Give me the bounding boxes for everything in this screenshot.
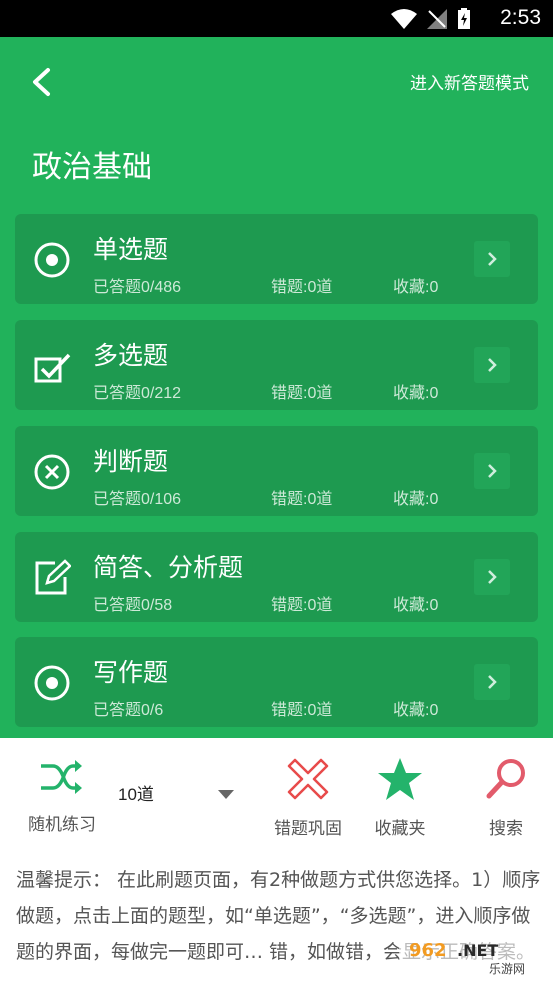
card-title: 单选题 (93, 235, 169, 264)
favorite-count: 收藏:0 (393, 702, 439, 719)
battery-charging-icon (458, 8, 470, 29)
chevron-right-icon (474, 559, 510, 595)
status-bar: 2:53 (0, 0, 553, 37)
question-count-value: 10道 (118, 785, 154, 804)
chevron-right-icon (474, 347, 510, 383)
answered-count: 已答题0/6 (93, 702, 164, 719)
back-arrow-icon[interactable] (28, 67, 58, 97)
card-title: 判断题 (93, 447, 169, 476)
favorite-count: 收藏:0 (393, 491, 439, 508)
new-answer-mode-link[interactable]: 进入新答题模式 (410, 69, 529, 94)
svg-text:乐游网: 乐游网 (489, 962, 525, 976)
answered-count: 已答题0/58 (93, 597, 173, 614)
wrong-count: 错题:0道 (271, 279, 333, 296)
card-true-false[interactable]: 判断题 已答题0/106 错题:0道 收藏:0 (15, 426, 538, 516)
dropdown-arrow-icon (218, 790, 234, 799)
svg-text:.NET: .NET (457, 941, 498, 960)
wrong-review-label: 错题巩固 (274, 819, 342, 839)
card-writing[interactable]: 写作题 已答题0/6 错题:0道 收藏:0 (15, 637, 538, 727)
svg-text:962: 962 (409, 940, 447, 961)
card-title: 多选题 (93, 341, 169, 370)
wrong-count: 错题:0道 (271, 702, 333, 719)
search-button[interactable]: 搜索 (466, 756, 546, 839)
question-count-select[interactable]: 10道 (118, 780, 238, 810)
card-title: 简答、分析题 (93, 553, 244, 582)
card-short-answer[interactable]: 简答、分析题 已答题0/58 错题:0道 收藏:0 (15, 532, 538, 622)
chevron-right-icon (474, 241, 510, 277)
radio-target-icon (34, 242, 70, 278)
wrong-count: 错题:0道 (271, 491, 333, 508)
favorite-count: 收藏:0 (393, 597, 439, 614)
circle-x-icon (34, 454, 70, 490)
card-single-choice[interactable]: 单选题 已答题0/486 错题:0道 收藏:0 (15, 214, 538, 304)
favorites-label: 收藏夹 (374, 819, 426, 839)
wrong-review-button[interactable]: 错题巩固 (268, 756, 348, 839)
chevron-right-icon (474, 664, 510, 700)
checkbox-check-icon (34, 353, 71, 383)
chevron-right-icon (474, 453, 510, 489)
answered-count: 已答题0/212 (93, 385, 182, 402)
x-mark-icon (287, 758, 329, 800)
favorites-button[interactable]: 收藏夹 (360, 756, 440, 839)
no-signal-icon (427, 9, 447, 29)
random-practice-button[interactable]: 随机练习 (22, 756, 102, 835)
star-icon (378, 758, 422, 800)
search-icon (486, 759, 525, 799)
wrong-count: 错题:0道 (271, 597, 333, 614)
radio-target-icon (34, 665, 70, 701)
page-title: 政治基础 (32, 150, 152, 185)
edit-pencil-icon (35, 559, 71, 595)
favorite-count: 收藏:0 (393, 279, 439, 296)
favorite-count: 收藏:0 (393, 385, 439, 402)
status-time: 2:53 (500, 6, 541, 29)
wifi-icon (391, 9, 417, 29)
card-multiple-choice[interactable]: 多选题 已答题0/212 错题:0道 收藏:0 (15, 320, 538, 410)
answered-count: 已答题0/106 (93, 491, 182, 508)
question-type-panel: 进入新答题模式 政治基础 单选题 已答题0/486 错题:0道 收藏:0 多选题… (0, 37, 553, 738)
random-practice-label: 随机练习 (28, 815, 96, 835)
answered-count: 已答题0/486 (93, 279, 182, 296)
bottom-toolbar: 随机练习 10道 错题巩固 收藏夹 搜索 (0, 738, 553, 848)
search-label: 搜索 (489, 819, 523, 839)
status-icons (391, 8, 471, 30)
shuffle-icon (41, 760, 82, 794)
watermark-logo: 962 .NET 乐游网 (399, 934, 547, 978)
wrong-count: 错题:0道 (271, 385, 333, 402)
card-title: 写作题 (93, 658, 169, 687)
